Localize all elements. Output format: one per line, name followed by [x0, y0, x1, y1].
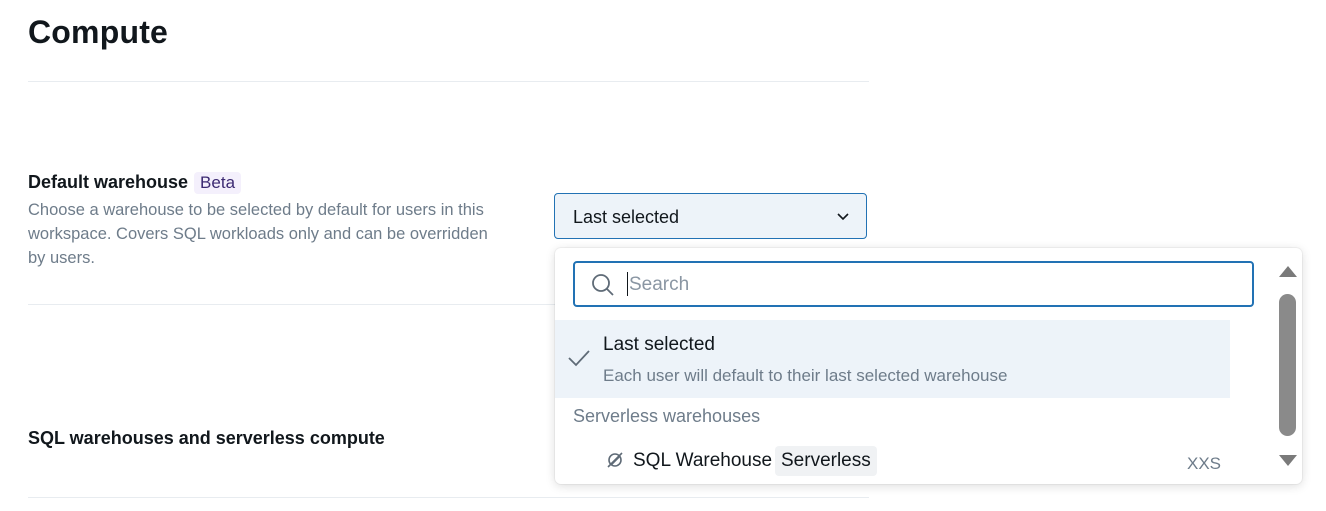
- option-sql-warehouse[interactable]: SQL Warehouse Serverless XXS: [555, 444, 1230, 484]
- option-description: Each user will default to their last sel…: [603, 366, 1008, 385]
- serverless-icon: [607, 452, 623, 468]
- warehouse-dropdown: Last selected Each user will default to …: [555, 248, 1302, 484]
- check-icon: [568, 350, 590, 367]
- group-header-serverless: Serverless warehouses: [573, 406, 761, 426]
- option-last-selected[interactable]: Last selected Each user will default to …: [555, 320, 1230, 398]
- chevron-down-icon: [837, 213, 849, 221]
- search-box[interactable]: [573, 261, 1254, 307]
- sql-warehouses-label: SQL warehouses and serverless compute: [28, 428, 385, 448]
- warehouse-name: SQL Warehouse: [633, 450, 773, 471]
- option-title: Last selected: [603, 334, 715, 355]
- search-input[interactable]: [627, 271, 1241, 299]
- scrollbar-thumb[interactable]: [1279, 294, 1296, 436]
- search-icon: [592, 274, 614, 296]
- divider: [28, 81, 869, 82]
- page-title: Compute: [28, 14, 169, 50]
- text-caret: [627, 272, 628, 296]
- default-warehouse-description: Choose a warehouse to be selected by def…: [28, 201, 488, 267]
- scroll-up-arrow-icon[interactable]: [1278, 264, 1298, 278]
- select-value: Last selected: [573, 207, 680, 227]
- default-warehouse-label: Default warehouse Beta: [28, 172, 242, 194]
- serverless-badge: Serverless: [775, 446, 877, 476]
- default-warehouse-title: Default warehouse: [28, 172, 189, 192]
- scroll-down-arrow-icon[interactable]: [1278, 454, 1298, 468]
- default-warehouse-select[interactable]: Last selected: [554, 193, 867, 239]
- divider: [28, 497, 869, 498]
- beta-badge: Beta: [194, 172, 242, 194]
- warehouse-size: XXS: [1187, 454, 1222, 473]
